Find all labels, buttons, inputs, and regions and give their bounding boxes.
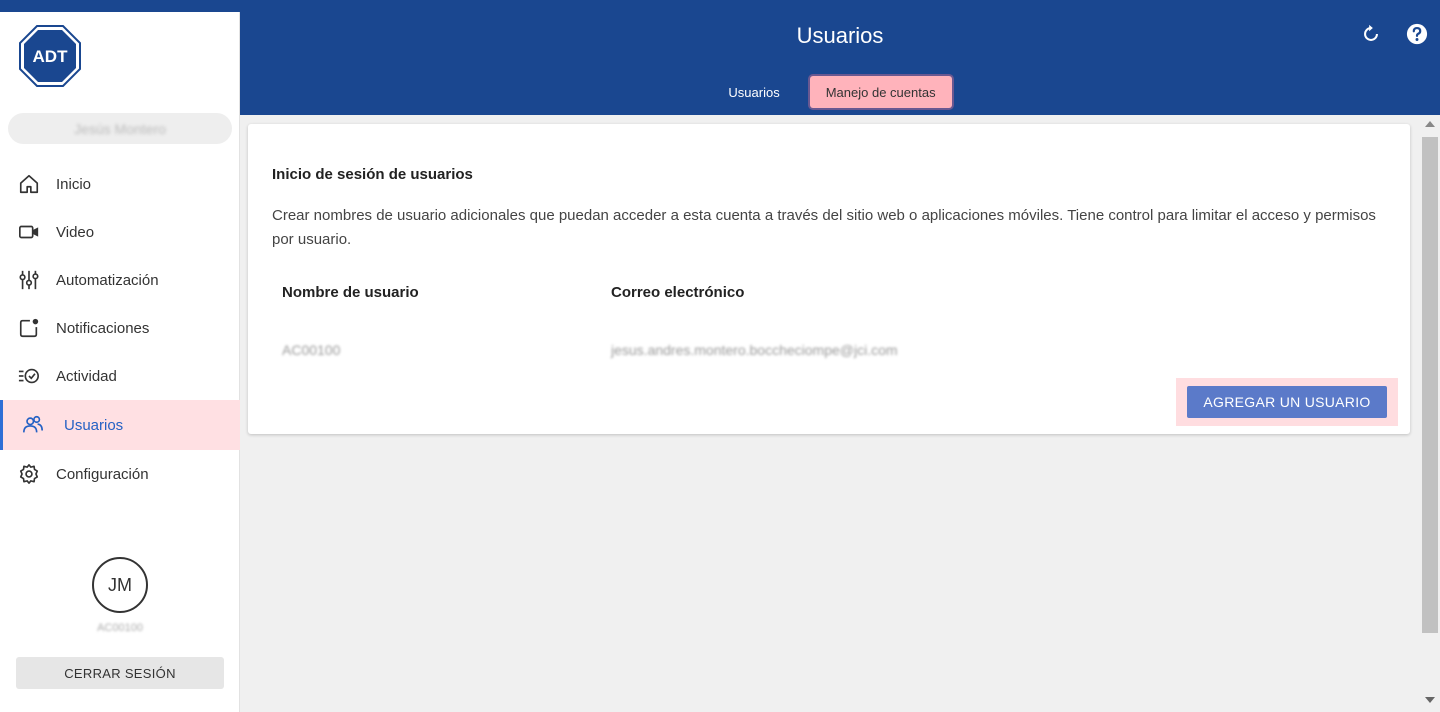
card-description: Crear nombres de usuario adicionales que… (272, 207, 1376, 248)
sidebar-item-label: Configuración (56, 465, 149, 483)
tab-bar: Usuarios Manejo de cuentas (240, 76, 1440, 108)
sidebar-item-label: Actividad (56, 367, 117, 385)
adt-logo[interactable]: ADT (19, 25, 81, 87)
sidebar-item-inicio[interactable]: Inicio (0, 160, 240, 208)
sliders-icon (17, 268, 41, 292)
users-icon (21, 413, 45, 437)
user-name: Jesús Montero (74, 120, 166, 137)
logo-text: ADT (33, 47, 69, 66)
sidebar-item-video[interactable]: Video (0, 208, 240, 256)
home-icon (17, 172, 41, 196)
user-name-pill: Jesús Montero (8, 113, 232, 144)
column-header-username: Nombre de usuario (282, 284, 419, 301)
tab-usuarios[interactable]: Usuarios (728, 76, 779, 108)
table-cell-email: jesus.andres.montero.boccheciompe@jci.co… (611, 342, 898, 358)
header: Usuarios Usuarios Manejo de cuentas (240, 12, 1440, 115)
logout-button[interactable]: CERRAR SESIÓN (16, 657, 224, 689)
page-title: Usuarios (796, 23, 884, 48)
avatar[interactable]: JM (92, 557, 148, 613)
activity-icon (17, 364, 41, 388)
video-camera-icon (17, 220, 41, 244)
tab-manejo-de-cuentas[interactable]: Manejo de cuentas (809, 76, 952, 108)
notification-icon (17, 316, 41, 340)
users-login-card: Inicio de sesión de usuarios Crear nombr… (248, 124, 1410, 434)
table-cell-username: AC00100 (282, 342, 341, 358)
sidebar-item-label: Automatización (56, 271, 159, 289)
sidebar-item-label: Video (56, 223, 95, 241)
gear-icon (17, 462, 41, 486)
sidebar-item-actividad[interactable]: Actividad (0, 352, 240, 400)
sidebar-item-automatizacion[interactable]: Automatización (0, 256, 240, 304)
sidebar-item-label: Notificaciones (56, 319, 150, 337)
scrollbar[interactable] (1420, 115, 1440, 712)
sidebar: ADT Jesús Montero Inicio Video Automatiz… (0, 12, 240, 712)
card-title: Inicio de sesión de usuarios (272, 166, 473, 183)
add-user-highlight: AGREGAR UN USUARIO (1176, 378, 1398, 426)
sidebar-item-usuarios[interactable]: Usuarios (0, 400, 240, 450)
add-user-button[interactable]: AGREGAR UN USUARIO (1187, 386, 1387, 418)
scroll-down-arrow-icon[interactable] (1425, 697, 1435, 703)
refresh-icon[interactable] (1360, 23, 1382, 45)
account-id: AC00100 (97, 622, 143, 634)
help-icon[interactable] (1406, 23, 1428, 45)
sidebar-nav: Inicio Video Automatización Notificacion… (0, 160, 240, 498)
main-content: Inicio de sesión de usuarios Crear nombr… (240, 115, 1420, 712)
scrollbar-thumb[interactable] (1422, 137, 1438, 633)
sidebar-item-configuracion[interactable]: Configuración (0, 450, 240, 498)
sidebar-item-label: Inicio (56, 175, 92, 193)
column-header-email: Correo electrónico (611, 284, 745, 301)
scroll-up-arrow-icon[interactable] (1425, 121, 1435, 127)
top-strip (0, 0, 1440, 12)
sidebar-item-label: Usuarios (64, 416, 124, 434)
sidebar-item-notificaciones[interactable]: Notificaciones (0, 304, 240, 352)
